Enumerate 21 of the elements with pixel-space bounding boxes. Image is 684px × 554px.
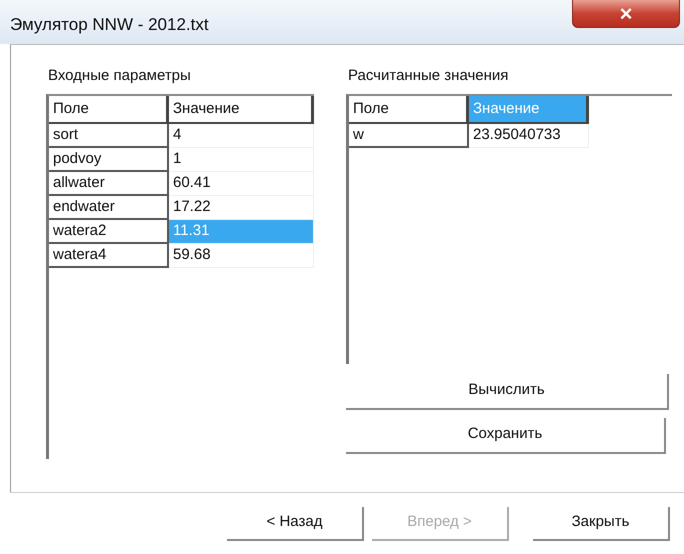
group-label: Расчитанные значения	[348, 66, 510, 86]
field-cell[interactable]: allwater	[49, 172, 169, 196]
field-cell[interactable]: podvoy	[49, 148, 169, 172]
field-cell[interactable]: sort	[49, 124, 169, 148]
value-cell[interactable]: 23.95040733	[469, 124, 589, 148]
window-title: Эмулятор NNW - 2012.txt	[10, 15, 209, 34]
group-label: Входные параметры	[48, 66, 192, 86]
value-cell[interactable]: 60.41	[169, 172, 314, 196]
footer-button[interactable]: < Назад	[227, 506, 364, 540]
field-cell[interactable]: watera4	[49, 244, 169, 268]
column-header[interactable]: Значение	[169, 96, 314, 124]
value-cell[interactable]: 4	[169, 124, 314, 148]
column-header[interactable]: Поле	[49, 96, 169, 124]
field-cell[interactable]: endwater	[49, 196, 169, 220]
field-cell[interactable]: w	[349, 124, 469, 148]
action-button[interactable]: Сохранить	[346, 418, 666, 454]
footer-button[interactable]: Закрыть	[533, 506, 670, 540]
value-cell[interactable]: 59.68	[169, 244, 314, 268]
action-button[interactable]: Вычислить	[346, 374, 669, 410]
close-button[interactable]: ×	[572, 0, 680, 28]
value-cell[interactable]: 1	[169, 148, 314, 172]
